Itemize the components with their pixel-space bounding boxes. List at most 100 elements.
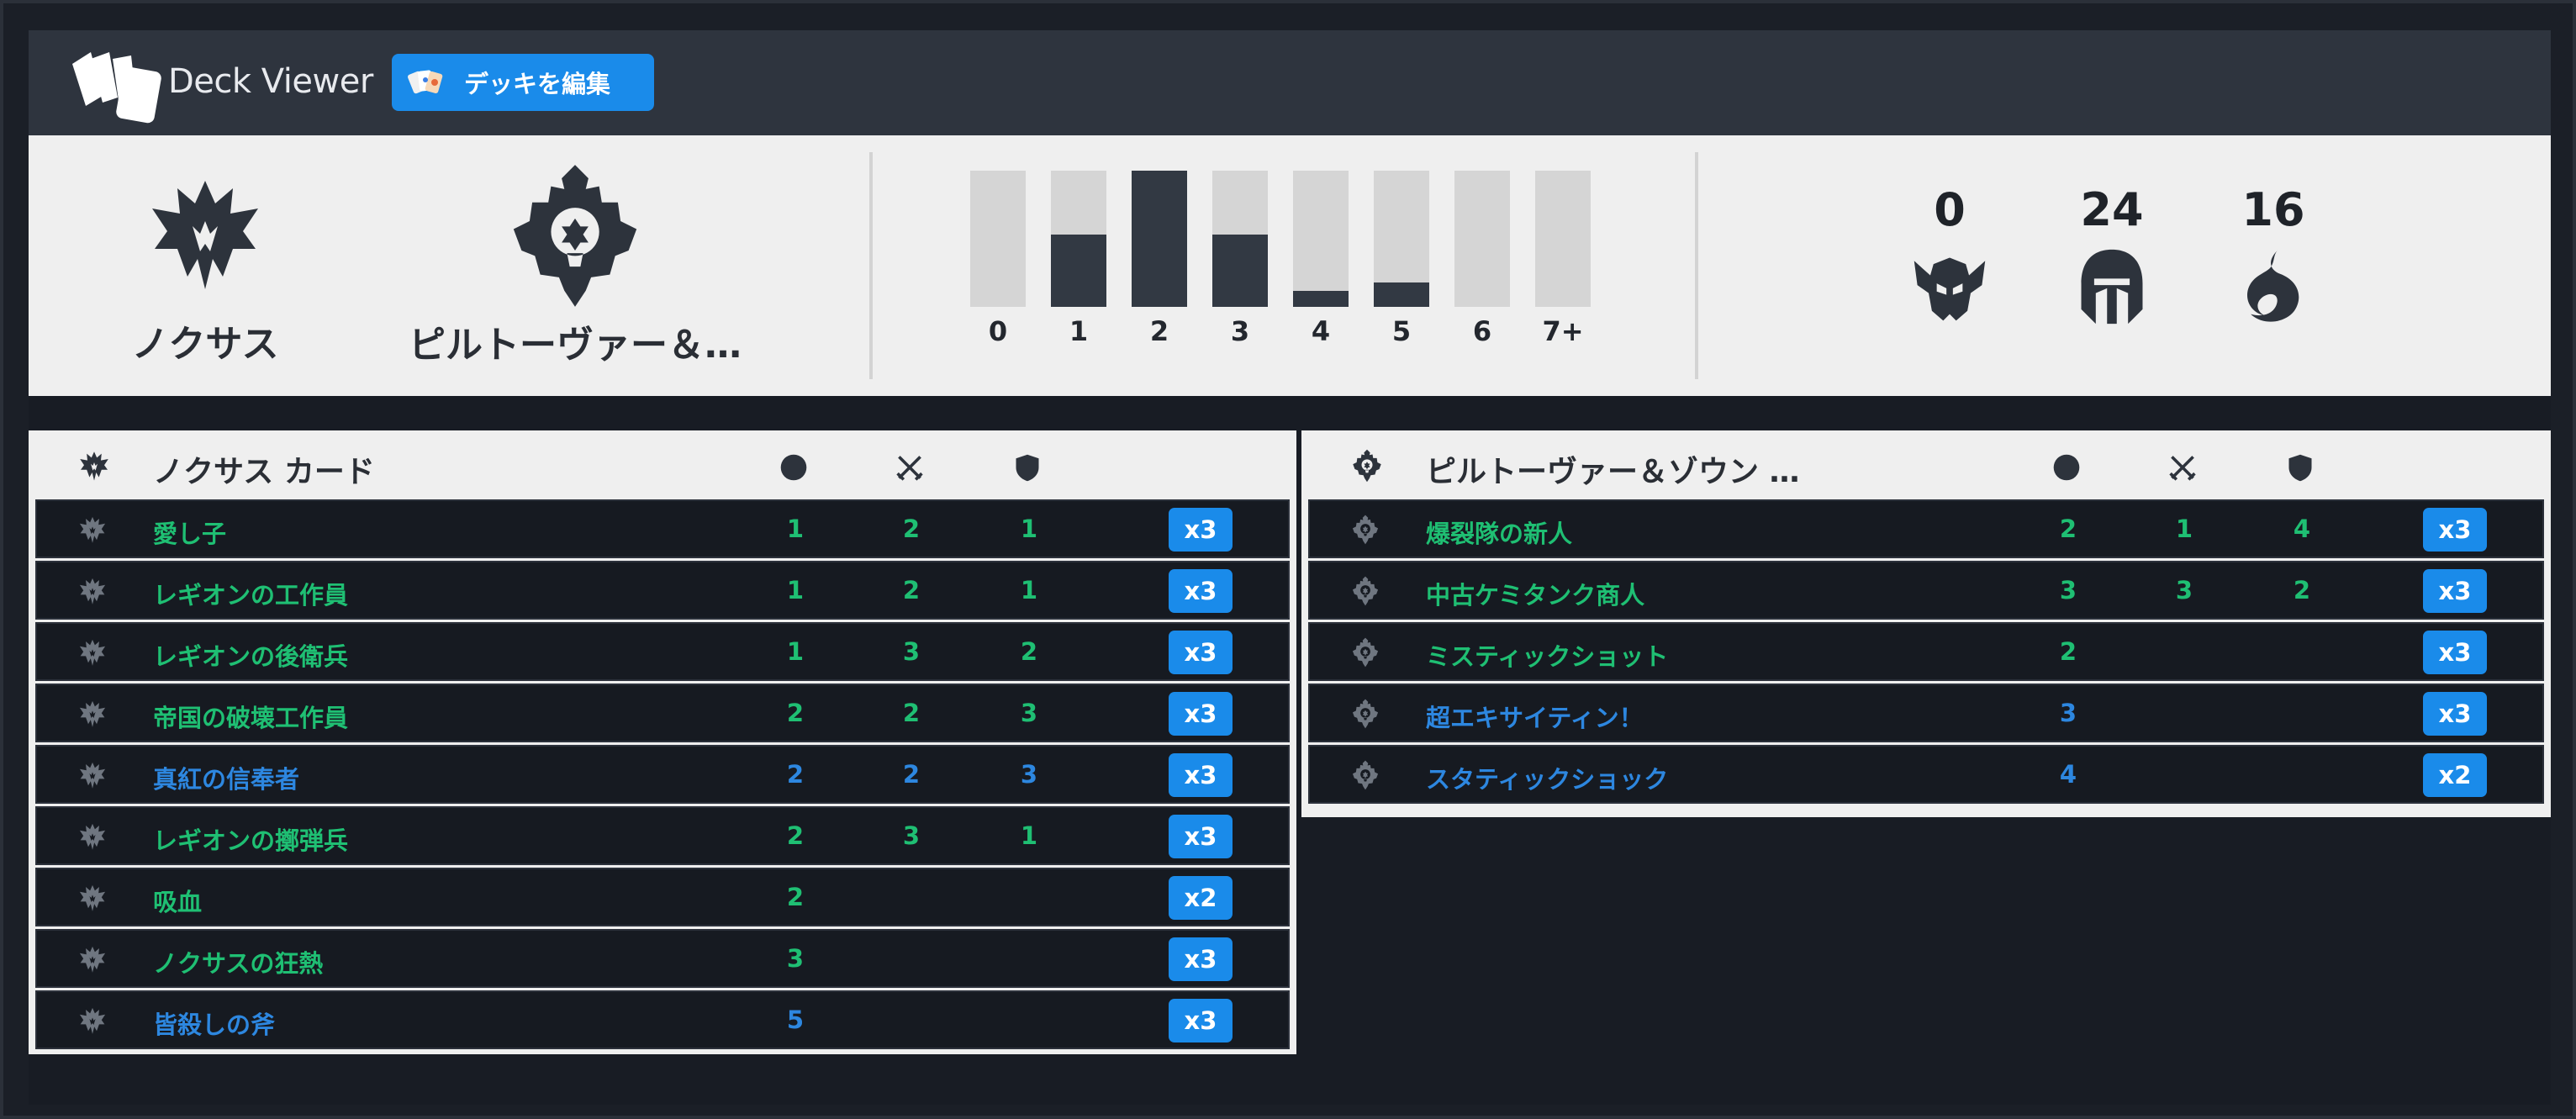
curve-column: 2 bbox=[1132, 171, 1187, 372]
card-attack: 2 bbox=[902, 515, 921, 543]
region-noxus: ノクサス bbox=[129, 171, 281, 367]
card-attack: 3 bbox=[2175, 576, 2193, 604]
card-cost: 1 bbox=[786, 576, 805, 604]
region-piltover-zaun: ピルトーヴァー＆… bbox=[399, 162, 752, 368]
card-quantity-button[interactable]: x3 bbox=[1169, 753, 1233, 797]
table-row[interactable]: ノクサスの狂熱 3 x3 bbox=[35, 929, 1290, 988]
table-row[interactable]: 愛し子 1 2 1 x3 bbox=[35, 499, 1290, 558]
card-quantity-button[interactable]: x3 bbox=[1169, 815, 1233, 858]
curve-bar-fill bbox=[1293, 291, 1349, 307]
piltover-zaun-icon bbox=[1349, 637, 1382, 668]
card-quantity-button[interactable]: x3 bbox=[2423, 631, 2487, 674]
card-cost: 2 bbox=[2059, 515, 2077, 543]
table-row[interactable]: 帝国の破壊工作員 2 2 3 x3 bbox=[35, 684, 1290, 742]
edit-deck-label: デッキを編集 bbox=[464, 70, 611, 98]
card-quantity-button[interactable]: x3 bbox=[1169, 569, 1233, 613]
noxus-icon bbox=[76, 821, 109, 852]
curve-bar bbox=[970, 171, 1026, 307]
follower-count-value: 24 bbox=[2080, 183, 2144, 236]
champion-count-value: 0 bbox=[1934, 183, 1966, 236]
card-cost: 2 bbox=[786, 760, 805, 789]
curve-label: 4 bbox=[1311, 315, 1331, 347]
health-icon bbox=[2288, 454, 2312, 482]
card-cost: 5 bbox=[786, 1006, 805, 1034]
card-name: 愛し子 bbox=[153, 520, 227, 548]
table-row[interactable]: スタティックショック 4 x2 bbox=[1308, 745, 2544, 804]
region-name: ピルトーヴァー＆… bbox=[409, 324, 742, 367]
noxus-icon bbox=[76, 576, 109, 606]
table-row[interactable]: 中古ケミタンク商人 3 3 2 x3 bbox=[1308, 561, 2544, 620]
card-health: 3 bbox=[1020, 699, 1038, 727]
mana-cost-icon bbox=[780, 454, 807, 481]
card-health: 2 bbox=[2293, 576, 2311, 604]
curve-bar bbox=[1132, 171, 1187, 307]
card-name: スタティックショック bbox=[1426, 765, 1669, 794]
piltover-zaun-icon bbox=[508, 162, 642, 309]
table-row[interactable]: 爆裂隊の新人 2 1 4 x3 bbox=[1308, 499, 2544, 558]
table-rows: 爆裂隊の新人 2 1 4 x3 中古ケミタンク商人 3 3 2 x3 ミスティックショット 2 x3 超エ… bbox=[1308, 499, 2544, 804]
curve-bar bbox=[1535, 171, 1591, 307]
noxus-icon bbox=[76, 883, 109, 913]
curve-bar-fill bbox=[1212, 235, 1268, 307]
card-attack: 3 bbox=[902, 637, 921, 666]
card-name: 中古ケミタンク商人 bbox=[1426, 581, 1645, 610]
noxus-icon bbox=[76, 1006, 109, 1036]
card-health: 1 bbox=[1020, 576, 1038, 604]
card-quantity-button[interactable]: x3 bbox=[2423, 569, 2487, 613]
noxus-icon bbox=[76, 515, 109, 545]
table-row[interactable]: レギオンの擲弾兵 2 3 1 x3 bbox=[35, 806, 1290, 865]
edit-deck-button[interactable]: デッキを編集 bbox=[392, 54, 654, 111]
card-attack: 2 bbox=[902, 699, 921, 727]
piltover-zaun-icon bbox=[1350, 449, 1384, 483]
attack-icon bbox=[896, 456, 923, 481]
card-name: 超エキサイティン！ bbox=[1426, 704, 1644, 732]
app-title: Deck Viewer bbox=[168, 62, 373, 101]
table-row[interactable]: 超エキサイティン！ 3 x3 bbox=[1308, 684, 2544, 742]
card-quantity-button[interactable]: x2 bbox=[2423, 753, 2487, 797]
noxus-icon bbox=[76, 760, 109, 790]
piltover-zaun-icon bbox=[1349, 760, 1382, 790]
curve-label: 5 bbox=[1391, 315, 1412, 347]
app-container: Deck Viewer デッキを編集 ノクサス ピルトーヴァー＆… 0 1 2 … bbox=[29, 30, 2551, 1105]
table-row[interactable]: レギオンの後衛兵 1 3 2 x3 bbox=[35, 622, 1290, 681]
table-rows: 愛し子 1 2 1 x3 レギオンの工作員 1 2 1 x3 レギオンの後衛兵 1 3 2 x3 帝国の破壊工… bbox=[35, 499, 1290, 1049]
curve-label: 7+ bbox=[1542, 315, 1584, 347]
card-cost: 2 bbox=[786, 699, 805, 727]
window-frame: Deck Viewer デッキを編集 ノクサス ピルトーヴァー＆… 0 1 2 … bbox=[0, 0, 2576, 1119]
card-name: 皆殺しの斧 bbox=[153, 1011, 276, 1039]
card-cost: 2 bbox=[2059, 637, 2077, 666]
card-name: 吸血 bbox=[153, 888, 203, 916]
health-icon bbox=[1016, 454, 1039, 482]
table-row[interactable]: 皆殺しの斧 5 x3 bbox=[35, 990, 1290, 1049]
curve-bar-fill bbox=[1051, 235, 1106, 307]
card-quantity-button[interactable]: x3 bbox=[1169, 999, 1233, 1042]
card-quantity-button[interactable]: x3 bbox=[2423, 692, 2487, 736]
noxus-icon bbox=[76, 637, 109, 668]
table-row[interactable]: 真紅の信奉者 2 2 3 x3 bbox=[35, 745, 1290, 804]
curve-column: 7+ bbox=[1535, 171, 1591, 372]
attack-icon bbox=[2169, 456, 2196, 481]
card-health: 4 bbox=[2293, 515, 2311, 543]
spell-count: 16 bbox=[2223, 187, 2324, 327]
noxus-icon bbox=[77, 449, 111, 483]
card-attack: 2 bbox=[902, 576, 921, 604]
card-quantity-button[interactable]: x3 bbox=[1169, 631, 1233, 674]
card-name: ノクサスの狂熱 bbox=[153, 949, 324, 978]
table-row[interactable]: レギオンの工作員 1 2 1 x3 bbox=[35, 561, 1290, 620]
mana-cost-icon bbox=[2053, 454, 2080, 481]
curve-column: 1 bbox=[1051, 171, 1106, 372]
table-row[interactable]: 吸血 2 x2 bbox=[35, 868, 1290, 926]
piltover-zaun-icon bbox=[1349, 576, 1382, 606]
table-row[interactable]: ミスティックショット 2 x3 bbox=[1308, 622, 2544, 681]
table-header: ピルトーヴァー＆ゾウン … bbox=[1308, 430, 2544, 499]
card-health: 1 bbox=[1020, 515, 1038, 543]
card-quantity-button[interactable]: x2 bbox=[1169, 876, 1233, 920]
follower-icon bbox=[2081, 249, 2143, 325]
card-quantity-button[interactable]: x3 bbox=[1169, 508, 1233, 552]
card-quantity-button[interactable]: x3 bbox=[1169, 937, 1233, 981]
card-quantity-button[interactable]: x3 bbox=[1169, 692, 1233, 736]
curve-bar-fill bbox=[1374, 282, 1429, 307]
table-title: ピルトーヴァー＆ゾウン … bbox=[1426, 455, 1800, 489]
card-quantity-button[interactable]: x3 bbox=[2423, 508, 2487, 552]
piltover-zaun-icon bbox=[1349, 699, 1382, 729]
